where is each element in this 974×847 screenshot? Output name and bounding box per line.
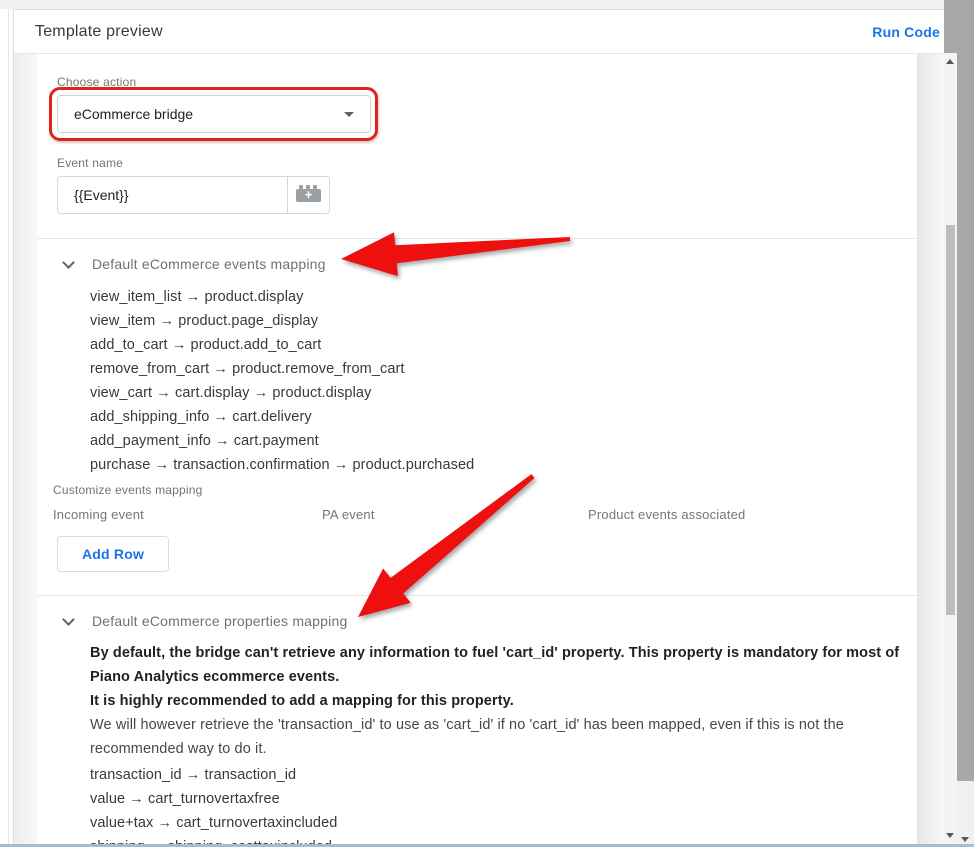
left-scroll-gutter — [14, 54, 37, 845]
mapping-line: add_to_cart → product.add_to_cart — [90, 333, 474, 357]
mapping-line: add_payment_info → cart.payment — [90, 429, 474, 453]
properties-note-bold-1: By default, the bridge can't retrieve an… — [90, 641, 938, 689]
scroll-up-arrow-icon[interactable] — [946, 59, 954, 64]
mapping-line: transaction_id → transaction_id — [90, 763, 337, 787]
variable-brick-icon: + — [296, 189, 321, 202]
mapping-line: purchase → transaction.confirmation → pr… — [90, 453, 474, 477]
section-divider — [37, 595, 917, 596]
page-title: Template preview — [35, 23, 163, 41]
variable-picker-button[interactable]: + — [287, 176, 330, 214]
panel-top-border — [13, 9, 944, 10]
top-strip — [0, 0, 944, 9]
scroll-down-arrow-icon[interactable] — [946, 833, 954, 838]
column-pa-event: PA event — [322, 507, 375, 522]
event-name-input[interactable] — [57, 176, 288, 214]
event-name-label: Event name — [57, 156, 123, 170]
mapping-line: view_item → product.page_display — [90, 309, 474, 333]
collapse-chevron-icon[interactable] — [62, 613, 75, 626]
header-divider — [14, 53, 944, 54]
section-divider — [37, 238, 917, 239]
browser-scrollbar-thumb[interactable] — [957, 53, 974, 781]
mapping-line: value → cart_turnovertaxfree — [90, 787, 337, 811]
properties-section-title[interactable]: Default eCommerce properties mapping — [92, 613, 347, 629]
column-incoming-event: Incoming event — [53, 507, 144, 522]
add-row-button[interactable]: Add Row — [57, 536, 169, 572]
scroll-down-arrow-icon[interactable] — [961, 837, 969, 842]
mapping-line: remove_from_cart → product.remove_from_c… — [90, 357, 474, 381]
choose-action-value: eCommerce bridge — [74, 106, 344, 122]
choose-action-dropdown[interactable]: eCommerce bridge — [57, 95, 371, 133]
events-mapping-list: view_item_list → product.displayview_ite… — [90, 285, 474, 477]
choose-action-label: Choose action — [57, 75, 136, 89]
customize-events-label: Customize events mapping — [53, 483, 203, 497]
mapping-line: add_shipping_info → cart.delivery — [90, 405, 474, 429]
mapping-line: view_cart → cart.display → product.displ… — [90, 381, 474, 405]
chevron-down-icon — [344, 112, 354, 117]
events-section-title[interactable]: Default eCommerce events mapping — [92, 256, 326, 272]
mapping-line: view_item_list → product.display — [90, 285, 474, 309]
left-divider-line — [8, 9, 9, 847]
properties-mapping-list: transaction_id → transaction_idvalue → c… — [90, 763, 337, 847]
column-product-events: Product events associated — [588, 507, 745, 522]
properties-note-bold-2: It is highly recommended to add a mappin… — [90, 689, 938, 713]
right-scroll-gutter — [917, 54, 944, 845]
template-preview-window: Template preview Run Code Choose action … — [0, 0, 974, 847]
run-code-button[interactable]: Run Code — [872, 24, 940, 40]
outer-scrollbar-thumb-top — [944, 0, 974, 53]
panel-scrollbar-thumb[interactable] — [946, 225, 955, 615]
mapping-line: value+tax → cart_turnovertaxincluded — [90, 811, 337, 835]
collapse-chevron-icon[interactable] — [62, 256, 75, 269]
properties-note-regular: We will however retrieve the 'transactio… — [90, 713, 890, 761]
